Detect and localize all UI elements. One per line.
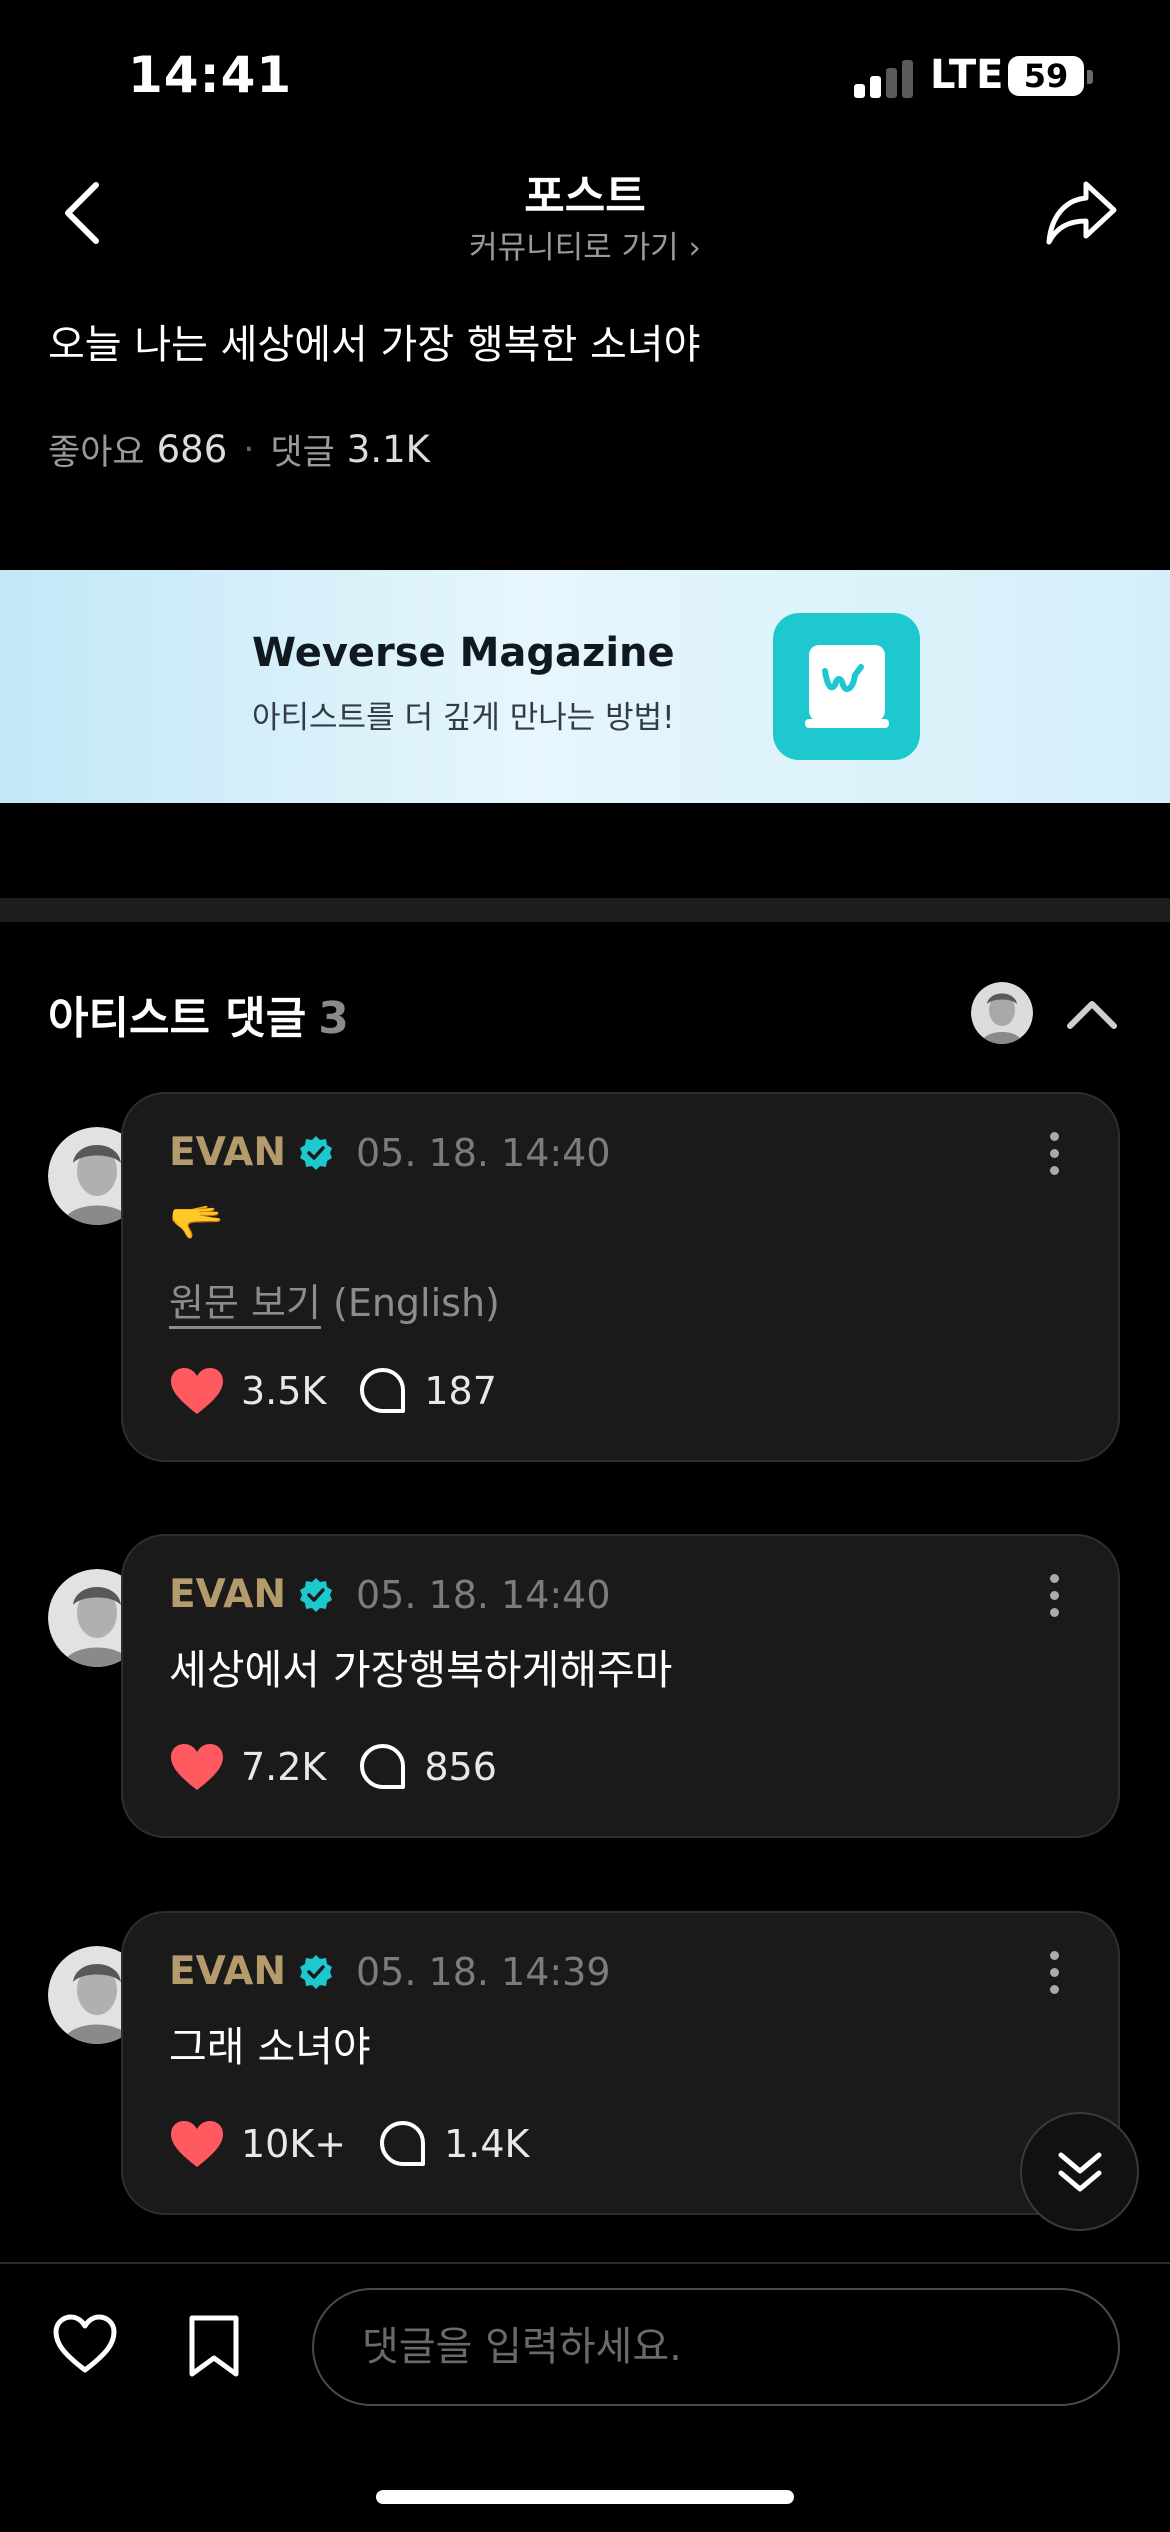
more-options-button[interactable] [1048, 1951, 1060, 1995]
heart-filled-icon[interactable] [169, 1742, 225, 1792]
like-count: 3.5K [241, 1369, 327, 1413]
comment-actions: 10K+ 1.4K [169, 2119, 561, 2169]
comments-label: 댓글 [270, 433, 335, 473]
comment-card[interactable]: EVAN 05. 18. 14:39 그래 소녀야 10K+ 1.4K [121, 1911, 1120, 2215]
network-label: LTE [930, 52, 1004, 98]
post-text: 오늘 나는 세상에서 가장 행복한 소녀야 [48, 322, 701, 368]
collapse-button[interactable] [1062, 984, 1122, 1044]
signal-icon [854, 58, 914, 98]
status-bar: 14:41 LTE 59 [0, 0, 1170, 150]
scroll-to-bottom-button[interactable] [1020, 2112, 1139, 2231]
artist-avatar-small[interactable] [971, 982, 1033, 1044]
heart-filled-icon[interactable] [169, 1366, 225, 1416]
comment-text: 세상에서 가장행복하게해주마 [169, 1646, 673, 1694]
heart-filled-icon[interactable] [169, 2119, 225, 2169]
artist-comments-title: 아티스트 댓글 3 [48, 982, 349, 1046]
stats-separator: · [243, 429, 255, 470]
reply-count: 1.4K [444, 2122, 530, 2166]
comment-header: EVAN 05. 18. 14:39 [169, 1949, 611, 1994]
likes-label: 좋아요 [48, 433, 145, 473]
like-count: 7.2K [241, 1745, 327, 1789]
reply-bubble-icon[interactable] [358, 1366, 408, 1416]
comment-header: EVAN 05. 18. 14:40 [169, 1130, 611, 1175]
reply-count: 187 [424, 1369, 497, 1413]
weverse-magazine-banner[interactable]: Weverse Magazine 아티스트를 더 깊게 만나는 방법! [0, 570, 1170, 803]
home-indicator[interactable] [376, 2490, 794, 2504]
comment-header: EVAN 05. 18. 14:40 [169, 1572, 611, 1617]
comments-count: 3.1K [346, 428, 430, 471]
comment-actions: 7.2K 856 [169, 1742, 529, 1792]
comment-date: 05. 18. 14:40 [356, 1130, 611, 1175]
verified-badge-icon [300, 1135, 332, 1170]
share-button[interactable] [1044, 176, 1120, 252]
artist-comments-label: 아티스트 댓글 [48, 993, 307, 1044]
post-stats: 좋아요 686 · 댓글 3.1K [48, 424, 430, 475]
community-link[interactable]: 커뮤니티로 가기 › [0, 222, 1170, 267]
comment-card[interactable]: EVAN 05. 18. 14:40 🫳 원문 보기 (English) 3.5… [121, 1092, 1120, 1462]
comment-date: 05. 18. 14:39 [356, 1949, 611, 1994]
comment-date: 05. 18. 14:40 [356, 1572, 611, 1617]
weverse-magazine-logo [773, 613, 920, 760]
artist-name[interactable]: EVAN [169, 1572, 286, 1617]
original-language: (English) [333, 1281, 500, 1325]
reply-bubble-icon[interactable] [378, 2119, 428, 2169]
reply-count: 856 [424, 1745, 497, 1789]
translate-row: 원문 보기 (English) [169, 1272, 500, 1327]
comment-card[interactable]: EVAN 05. 18. 14:40 세상에서 가장행복하게해주마 7.2K 8… [121, 1534, 1120, 1838]
like-count: 10K+ [241, 2122, 347, 2166]
battery-level: 59 [1023, 57, 1069, 95]
likes-count: 686 [156, 428, 228, 471]
reply-bubble-icon[interactable] [358, 1742, 408, 1792]
banner-subtitle: 아티스트를 더 깊게 만나는 방법! [252, 700, 675, 736]
bookmark-icon [189, 2315, 239, 2377]
comment-text: 🫳 [169, 1197, 224, 1248]
verified-badge-icon [300, 1577, 332, 1612]
artist-comments-count: 3 [318, 993, 349, 1044]
view-original-link[interactable]: 원문 보기 [169, 1281, 321, 1325]
like-post-button[interactable] [52, 2314, 118, 2380]
artist-name[interactable]: EVAN [169, 1130, 286, 1175]
section-divider [0, 898, 1170, 922]
bookmark-button[interactable] [186, 2314, 246, 2380]
battery-icon: 59 [1008, 56, 1084, 96]
chevron-up-icon [1067, 1001, 1117, 1029]
banner-title: Weverse Magazine [252, 630, 675, 676]
comment-input[interactable] [312, 2288, 1120, 2406]
page-title: 포스트 [524, 171, 646, 222]
status-time: 14:41 [128, 46, 293, 104]
comment-actions: 3.5K 187 [169, 1366, 529, 1416]
more-options-button[interactable] [1048, 1574, 1060, 1618]
heart-outline-icon [53, 2314, 117, 2373]
double-chevron-down-icon [1058, 2152, 1101, 2191]
verified-badge-icon [300, 1954, 332, 1989]
artist-name[interactable]: EVAN [169, 1949, 286, 1994]
more-options-button[interactable] [1048, 1132, 1060, 1176]
share-arrow-icon [1046, 181, 1117, 245]
comment-text: 그래 소녀야 [169, 2023, 371, 2071]
